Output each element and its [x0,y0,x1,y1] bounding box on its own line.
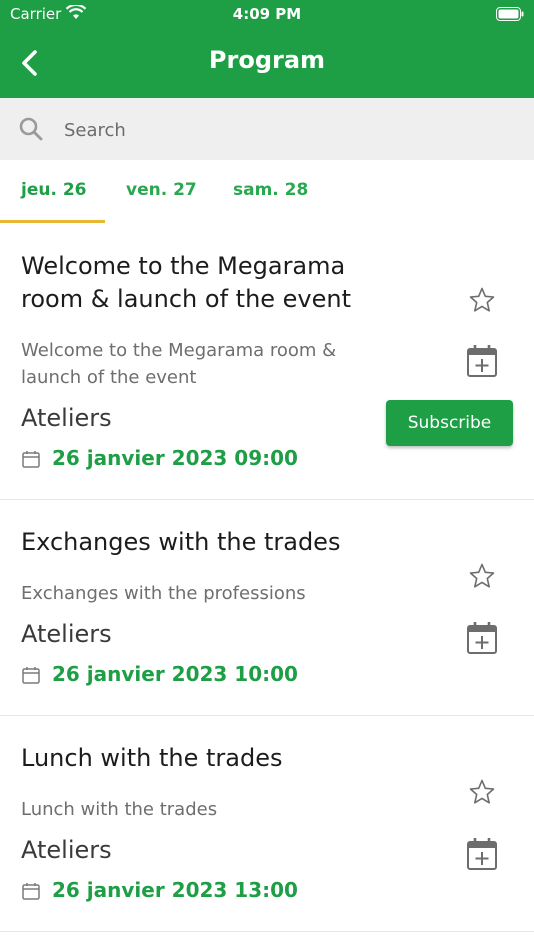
subscribe-button[interactable]: Subscribe [386,400,513,446]
calendar-icon [22,667,40,684]
event-title-line-1: Welcome to the Megarama [21,252,346,280]
search-input[interactable] [62,112,506,148]
star-icon[interactable] [468,562,496,590]
star-icon[interactable] [468,286,496,314]
event-description-line-1: Exchanges with the professions [21,583,306,604]
battery-icon [496,7,524,21]
tab-sam-28[interactable]: sam. 28 [233,180,308,200]
day-tabs: jeu. 26 ven. 27 sam. 28 [0,160,534,224]
page-title: Program [208,46,326,74]
event-category: Ateliers [21,620,112,648]
event-card[interactable]: Welcome to the Megarama room & launch of… [0,224,534,500]
tab-ven-27[interactable]: ven. 27 [126,180,197,200]
event-card[interactable]: Exchanges with the trades Exchanges with… [0,500,534,716]
status-bar: Carrier 4:09 PM [0,0,534,28]
calendar-add-icon[interactable] [466,344,498,378]
event-description-line-1: Lunch with the trades [21,799,218,820]
tab-jeu-26[interactable]: jeu. 26 [21,180,87,200]
event-category: Ateliers [21,404,112,432]
event-title-line-1: Exchanges with the trades [21,528,341,556]
search-bar [0,98,534,160]
calendar-add-icon[interactable] [466,621,498,655]
event-date: 26 janvier 2023 10:00 [52,662,298,686]
search-icon [19,117,43,141]
event-description-line-1: Welcome to the Megarama room & [21,340,337,361]
event-description-line-2: launch of the event [21,367,197,388]
event-title-line-2: room & launch of the event [21,285,352,313]
nav-bar: Program [0,28,534,98]
event-list: Welcome to the Megarama room & launch of… [0,224,534,932]
calendar-icon [22,883,40,900]
event-card[interactable]: Lunch with the trades Lunch with the tra… [0,716,534,932]
event-category: Ateliers [21,836,112,864]
event-date: 26 janvier 2023 13:00 [52,878,298,902]
star-icon[interactable] [468,778,496,806]
event-date: 26 janvier 2023 09:00 [52,446,298,470]
clock: 4:09 PM [232,5,302,23]
calendar-add-icon[interactable] [466,837,498,871]
event-title-line-1: Lunch with the trades [21,744,283,772]
tab-indicator [0,220,105,223]
calendar-icon [22,451,40,468]
